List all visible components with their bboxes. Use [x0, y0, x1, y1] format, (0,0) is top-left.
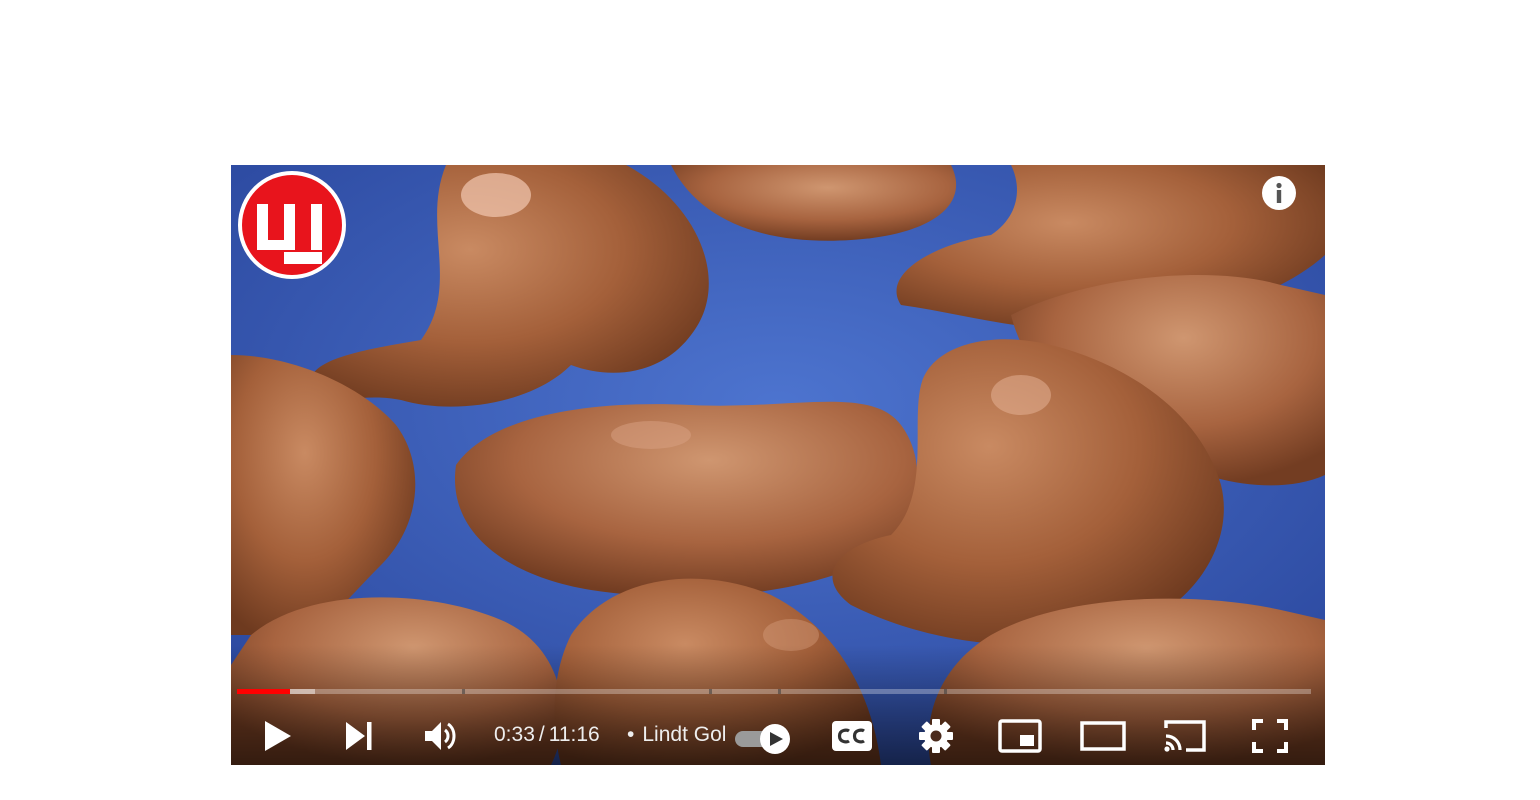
theater-mode-button[interactable] — [1078, 707, 1128, 765]
progress-track — [237, 689, 1311, 694]
gear-icon — [919, 719, 953, 753]
cc-icon — [832, 721, 872, 751]
next-icon — [346, 722, 372, 750]
time-separator: / — [538, 723, 545, 746]
chapter-marker — [709, 689, 712, 694]
info-icon[interactable] — [1261, 175, 1297, 211]
chapter-title-text: Lindt Gold Bunny — [642, 723, 727, 746]
progress-bar[interactable] — [237, 689, 1311, 694]
miniplayer-button[interactable] — [995, 707, 1045, 765]
chapter-bullet: • — [627, 723, 635, 746]
chapter-marker — [944, 689, 947, 694]
autoplay-toggle[interactable] — [733, 724, 795, 754]
progress-played — [237, 689, 290, 694]
subtitles-button[interactable] — [827, 707, 877, 765]
channel-logo[interactable] — [237, 170, 347, 280]
chapter-title[interactable]: • Lindt Gold Bunny — [627, 723, 727, 747]
duration: 11:16 — [548, 723, 600, 746]
player-controls: 0:33/11:16 • Lindt Gold Bunny — [231, 707, 1325, 765]
play-icon — [265, 721, 291, 751]
time-display: 0:33/11:16 — [494, 723, 600, 747]
fullscreen-icon — [1252, 719, 1288, 753]
current-time: 0:33 — [494, 723, 535, 746]
fullscreen-button[interactable] — [1245, 707, 1295, 765]
volume-button[interactable] — [416, 707, 466, 765]
cast-icon — [1164, 720, 1206, 752]
chapter-marker — [462, 689, 465, 694]
play-button[interactable] — [253, 707, 301, 765]
cast-button[interactable] — [1160, 707, 1210, 765]
chapter-marker — [778, 689, 781, 694]
settings-button[interactable] — [911, 707, 961, 765]
next-button[interactable] — [335, 707, 383, 765]
miniplayer-icon — [998, 719, 1042, 753]
volume-icon — [425, 722, 456, 750]
video-player[interactable]: 0:33/11:16 • Lindt Gold Bunny — [231, 165, 1325, 765]
theater-mode-icon — [1080, 721, 1126, 751]
